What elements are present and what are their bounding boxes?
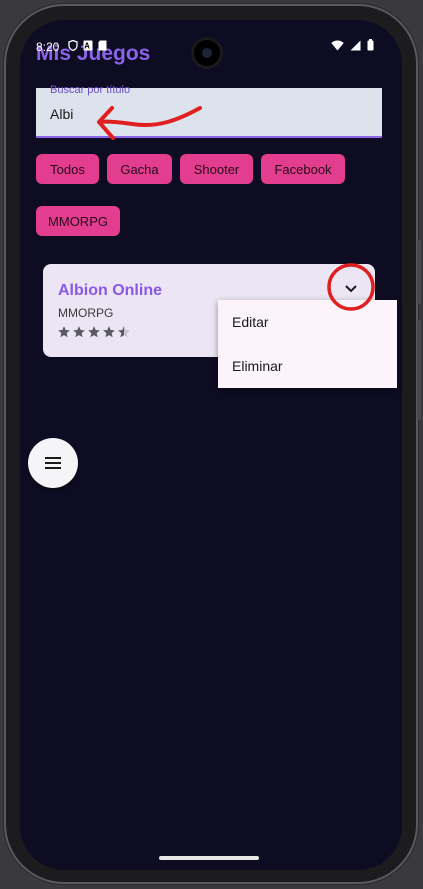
status-time: 8:20 bbox=[36, 40, 60, 54]
a-icon: A bbox=[83, 40, 93, 51]
menu-item-editar[interactable]: Editar bbox=[218, 300, 397, 344]
filter-chip-shooter[interactable]: Shooter bbox=[180, 154, 253, 184]
game-title: Albion Online bbox=[58, 282, 162, 299]
screen: 8:20 A Mis Juegos Buscar por título Todo… bbox=[20, 20, 402, 870]
power-button bbox=[417, 240, 421, 304]
chevron-down-icon bbox=[345, 285, 357, 293]
status-icons-right bbox=[331, 39, 374, 51]
svg-text:A: A bbox=[84, 42, 92, 51]
star-icon bbox=[88, 326, 100, 338]
shield-icon bbox=[68, 39, 78, 52]
star-icon bbox=[103, 326, 115, 338]
search-field[interactable]: Buscar por título bbox=[36, 84, 382, 138]
filter-chip-todos[interactable]: Todos bbox=[36, 154, 99, 184]
sd-card-icon bbox=[98, 40, 107, 51]
star-icon bbox=[58, 326, 70, 338]
star-half-icon bbox=[118, 326, 130, 338]
menu-icon bbox=[45, 457, 61, 469]
rating-stars bbox=[57, 325, 131, 339]
search-input[interactable] bbox=[50, 106, 350, 122]
home-indicator[interactable] bbox=[159, 856, 259, 860]
filter-chip-mmorpg[interactable]: MMORPG bbox=[36, 206, 120, 236]
filter-chip-facebook[interactable]: Facebook bbox=[261, 154, 345, 184]
wifi-icon bbox=[331, 40, 344, 50]
context-menu: Editar Eliminar bbox=[218, 300, 397, 388]
front-camera bbox=[194, 40, 220, 66]
game-genre: MMORPG bbox=[58, 306, 114, 320]
signal-icon bbox=[350, 40, 361, 50]
volume-button bbox=[417, 320, 421, 420]
star-icon bbox=[73, 326, 85, 338]
status-bar: 8:20 A bbox=[20, 20, 402, 76]
search-label: Buscar por título bbox=[50, 84, 131, 96]
menu-item-eliminar[interactable]: Eliminar bbox=[218, 344, 397, 388]
status-icons-left: A bbox=[68, 39, 107, 53]
filter-chip-gacha[interactable]: Gacha bbox=[107, 154, 172, 184]
menu-fab[interactable] bbox=[28, 438, 78, 488]
battery-icon bbox=[367, 39, 374, 51]
